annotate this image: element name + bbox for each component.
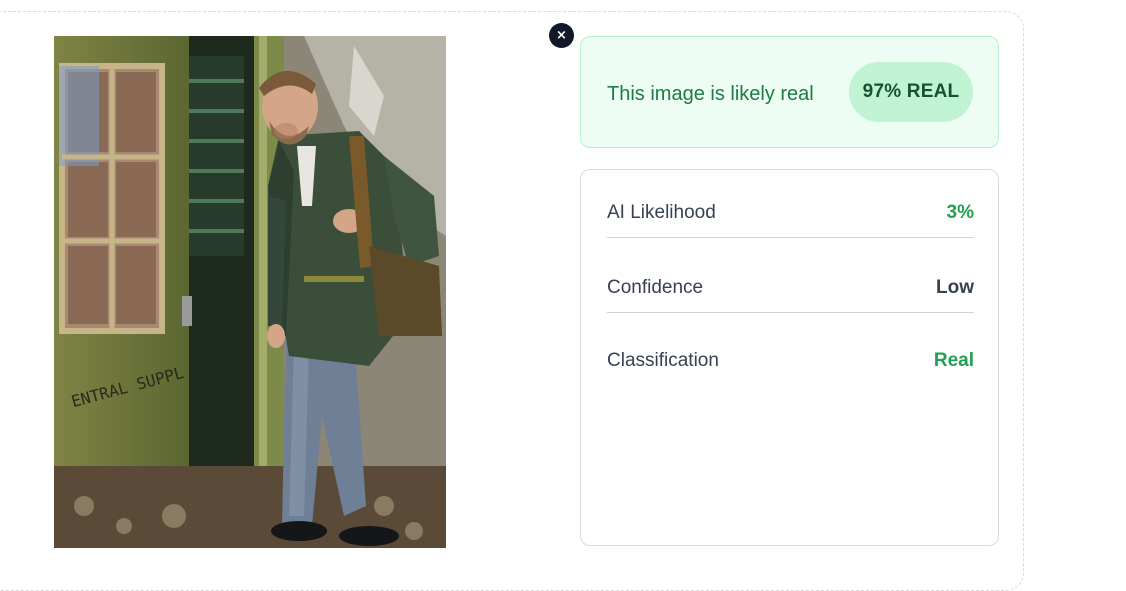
detail-label: AI Likelihood <box>607 201 716 223</box>
details-panel: AI Likelihood 3% Confidence Low Classifi… <box>580 169 999 546</box>
detail-label: Confidence <box>607 276 704 298</box>
detail-row-classification: Classification Real <box>607 336 974 386</box>
verdict-text: This image is likely real <box>607 83 814 105</box>
verdict-banner: This image is likely real 97% REAL <box>580 36 999 148</box>
detail-label: Classification <box>607 350 719 371</box>
verdict-badge: 97% REAL <box>849 62 973 122</box>
analyzed-image: ENTRAL SUPPL <box>54 36 446 548</box>
detail-value: 3% <box>946 201 974 223</box>
detail-value: Real <box>933 350 974 371</box>
close-icon[interactable]: × <box>549 23 574 48</box>
detail-row-confidence: Confidence Low <box>607 263 974 313</box>
detail-row-ai-likelihood: AI Likelihood 3% <box>607 188 974 238</box>
detail-value: Low <box>936 276 974 298</box>
